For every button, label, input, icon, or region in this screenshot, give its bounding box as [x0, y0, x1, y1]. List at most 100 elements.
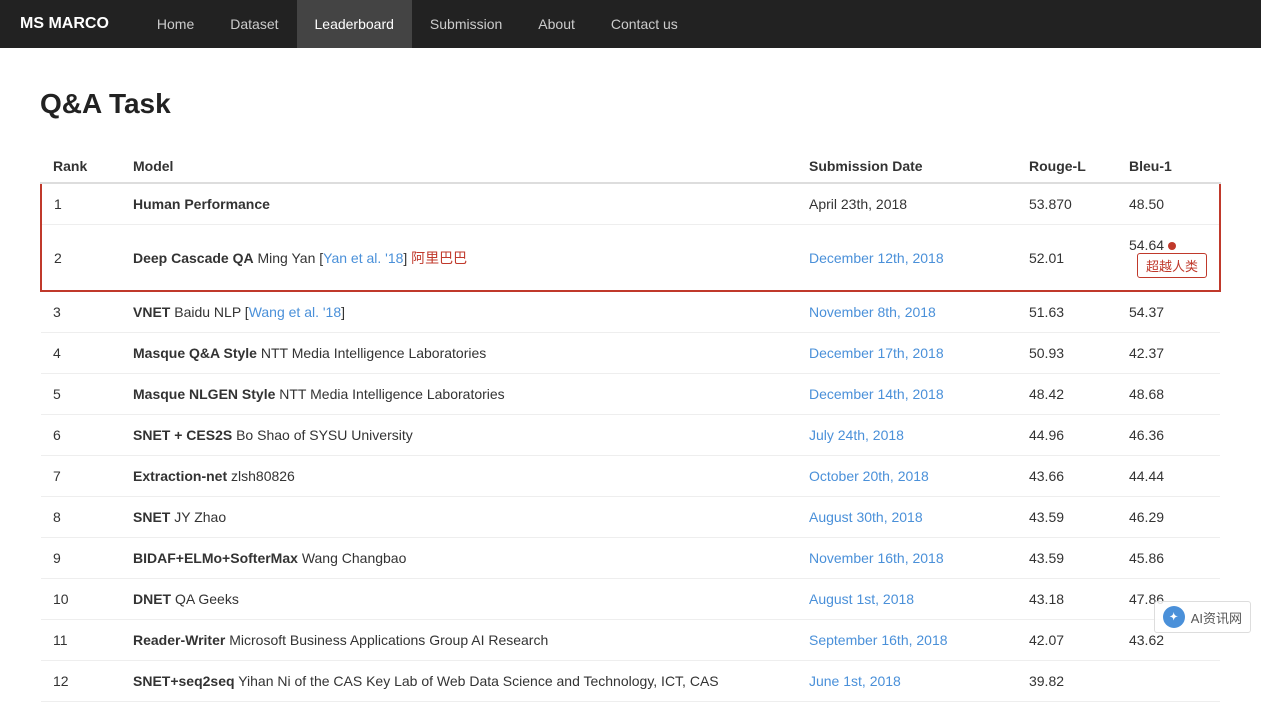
cell-rouge: 43.18 [1017, 579, 1117, 620]
table-row: 9BIDAF+ELMo+SofterMax Wang ChangbaoNovem… [41, 538, 1220, 579]
cell-bleu: 54.37 [1117, 291, 1220, 333]
model-extra: QA Geeks [175, 591, 239, 607]
model-extra: Microsoft Business Applications Group AI… [229, 632, 548, 648]
col-bleu: Bleu-1 [1117, 150, 1220, 183]
cell-date[interactable]: December 14th, 2018 [797, 374, 1017, 415]
cell-bleu: 45.86 [1117, 538, 1220, 579]
table-row: 7Extraction-net zlsh80826 October 20th, 2… [41, 456, 1220, 497]
cell-date[interactable]: July 24th, 2018 [797, 415, 1017, 456]
table-row: 12SNET+seq2seq Yihan Ni of the CAS Key L… [41, 661, 1220, 702]
cell-rank: 2 [41, 225, 121, 292]
cell-date[interactable]: September 16th, 2018 [797, 620, 1017, 661]
cell-date: April 23th, 2018 [797, 183, 1017, 225]
cell-bleu: 48.68 [1117, 374, 1220, 415]
cell-rouge: 53.870 [1017, 183, 1117, 225]
table-header-row: Rank Model Submission Date Rouge-L Bleu-… [41, 150, 1220, 183]
model-name: Masque Q&A Style [133, 345, 257, 361]
cell-bleu: 48.50 [1117, 183, 1220, 225]
cell-date[interactable]: October 20th, 2018 [797, 456, 1017, 497]
cell-date[interactable]: August 1st, 2018 [797, 579, 1017, 620]
cell-rouge: 52.01 [1017, 225, 1117, 292]
cell-bleu: 44.44 [1117, 456, 1220, 497]
cell-rank: 7 [41, 456, 121, 497]
col-date: Submission Date [797, 150, 1017, 183]
cell-rouge: 43.59 [1017, 538, 1117, 579]
cell-bleu: 46.29 [1117, 497, 1220, 538]
date-link[interactable]: December 17th, 2018 [809, 345, 944, 361]
cell-rank: 4 [41, 333, 121, 374]
nav-submission[interactable]: Submission [412, 0, 520, 48]
date-link[interactable]: November 16th, 2018 [809, 550, 944, 566]
cell-rouge: 39.82 [1017, 661, 1117, 702]
cell-rank: 10 [41, 579, 121, 620]
model-name: SNET + CES2S [133, 427, 232, 443]
watermark-icon: ✦ [1163, 606, 1185, 628]
model-name: BIDAF+ELMo+SofterMax [133, 550, 298, 566]
table-row: 11 Reader-Writer Microsoft Business Appli… [41, 620, 1220, 661]
model-name: VNET [133, 304, 170, 320]
date-link[interactable]: December 14th, 2018 [809, 386, 944, 402]
cell-rouge: 50.93 [1017, 333, 1117, 374]
table-row: 3VNET Baidu NLP [Wang et al. '18]Novembe… [41, 291, 1220, 333]
table-row: 10DNET QA GeeksAugust 1st, 201843.1847.8… [41, 579, 1220, 620]
cell-model: SNET+seq2seq Yihan Ni of the CAS Key Lab… [121, 661, 797, 702]
date-link[interactable]: June 1st, 2018 [809, 673, 901, 689]
model-name: Deep Cascade QA [133, 250, 254, 266]
cell-date[interactable]: December 17th, 2018 [797, 333, 1017, 374]
cell-model: Extraction-net zlsh80826 [121, 456, 797, 497]
col-model: Model [121, 150, 797, 183]
date-link[interactable]: October 20th, 2018 [809, 468, 929, 484]
cell-rank: 1 [41, 183, 121, 225]
model-name: Human Performance [133, 196, 270, 212]
cell-rouge: 42.07 [1017, 620, 1117, 661]
model-reference-link[interactable]: Wang et al. '18 [249, 304, 341, 320]
date-link[interactable]: August 30th, 2018 [809, 509, 923, 525]
cell-model: Masque NLGEN Style NTT Media Intelligenc… [121, 374, 797, 415]
nav-about[interactable]: About [520, 0, 593, 48]
date-link[interactable]: July 24th, 2018 [809, 427, 904, 443]
date-link[interactable]: August 1st, 2018 [809, 591, 914, 607]
model-name: Reader-Writer [133, 632, 225, 648]
nav-contact[interactable]: Contact us [593, 0, 696, 48]
cell-date[interactable]: August 30th, 2018 [797, 497, 1017, 538]
cell-rank: 9 [41, 538, 121, 579]
model-name: Masque NLGEN Style [133, 386, 275, 402]
brand-logo: MS MARCO [20, 15, 109, 33]
cell-date[interactable]: November 8th, 2018 [797, 291, 1017, 333]
cell-bleu: 54.64超越人类 [1117, 225, 1220, 292]
page-content: Q&A Task Rank Model Submission Date Roug… [0, 48, 1261, 722]
cell-rank: 11 [41, 620, 121, 661]
table-row: 2Deep Cascade QA Ming Yan [Yan et al. '1… [41, 225, 1220, 292]
cell-date[interactable]: November 16th, 2018 [797, 538, 1017, 579]
cell-date[interactable]: December 12th, 2018 [797, 225, 1017, 292]
nav-leaderboard[interactable]: Leaderboard [297, 0, 412, 48]
nav-dataset[interactable]: Dataset [212, 0, 296, 48]
nav-home[interactable]: Home [139, 0, 212, 48]
model-name: SNET [133, 509, 170, 525]
model-extra: Yihan Ni of the CAS Key Lab of Web Data … [238, 673, 718, 689]
cell-model: Deep Cascade QA Ming Yan [Yan et al. '18… [121, 225, 797, 292]
model-extra: Bo Shao of SYSU University [236, 427, 413, 443]
page-title: Q&A Task [40, 88, 1221, 120]
cell-rouge: 43.66 [1017, 456, 1117, 497]
exceed-human-badge: 超越人类 [1137, 253, 1207, 278]
cell-model: Human Performance [121, 183, 797, 225]
model-extra: Wang Changbao [302, 550, 407, 566]
date-link[interactable]: November 8th, 2018 [809, 304, 936, 320]
cell-rank: 6 [41, 415, 121, 456]
model-reference-link[interactable]: Yan et al. '18 [323, 250, 403, 266]
col-rouge: Rouge-L [1017, 150, 1117, 183]
cell-model: DNET QA Geeks [121, 579, 797, 620]
cell-date[interactable]: June 1st, 2018 [797, 661, 1017, 702]
cell-model: BIDAF+ELMo+SofterMax Wang Changbao [121, 538, 797, 579]
model-extra: JY Zhao [174, 509, 226, 525]
date-link[interactable]: September 16th, 2018 [809, 632, 948, 648]
table-row: 4Masque Q&A Style NTT Media Intelligence… [41, 333, 1220, 374]
cell-model: SNET + CES2S Bo Shao of SYSU University [121, 415, 797, 456]
date-link[interactable]: December 12th, 2018 [809, 250, 944, 266]
leaderboard-table: Rank Model Submission Date Rouge-L Bleu-… [40, 150, 1221, 702]
table-row: 8SNET JY ZhaoAugust 30th, 201843.5946.29 [41, 497, 1220, 538]
table-row: 1 Human Performance April 23th, 201853.870… [41, 183, 1220, 225]
col-rank: Rank [41, 150, 121, 183]
cell-bleu [1117, 661, 1220, 702]
